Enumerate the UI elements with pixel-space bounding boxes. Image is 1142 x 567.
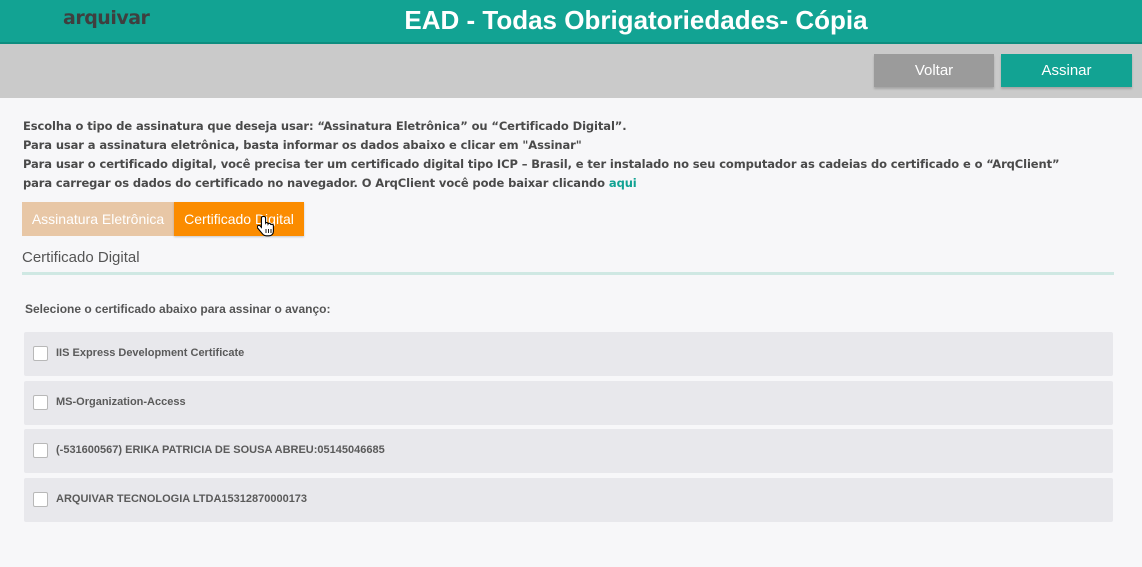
tab-digital-certificate[interactable]: Certificado Digital	[174, 202, 304, 236]
sign-button[interactable]: Assinar	[1001, 54, 1132, 87]
select-certificate-label: Selecione o certificado abaixo para assi…	[25, 302, 331, 316]
certificate-list: IIS Express Development Certificate MS-O…	[24, 332, 1113, 526]
instruction-line-4: para carregar os dados do certificado no…	[23, 174, 1123, 193]
instruction-line-2: Para usar a assinatura eletrônica, basta…	[23, 138, 582, 152]
hand-pointer-icon	[257, 215, 274, 237]
action-toolbar: Voltar Assinar	[0, 44, 1142, 98]
tab-electronic-signature[interactable]: Assinatura Eletrônica	[22, 202, 174, 236]
certificate-label: ARQUIVAR TECNOLOGIA LTDA15312870000173	[56, 492, 308, 505]
certificate-checkbox[interactable]	[33, 346, 48, 361]
certificate-checkbox[interactable]	[33, 394, 48, 410]
certificate-item[interactable]: (-531600567) ERIKA PATRICIA DE SOUSA ABR…	[24, 429, 1113, 473]
certificate-item[interactable]: ARQUIVAR TECNOLOGIA LTDA15312870000173	[24, 477, 1113, 522]
download-arqclient-link[interactable]: aqui	[609, 176, 637, 190]
section-title: Certificado Digital	[22, 249, 140, 266]
instruction-line-3: Para usar o certificado digital, você pr…	[23, 157, 1060, 171]
certificate-label: (-531600567) ERIKA PATRICIA DE SOUSA ABR…	[56, 444, 385, 456]
instruction-line-1: Escolha o tipo de assinatura que deseja …	[23, 119, 627, 133]
certificate-item[interactable]: MS-Organization-Access	[24, 380, 1113, 425]
certificate-item[interactable]: IIS Express Development Certificate	[24, 332, 1113, 376]
app-header: arquivar EAD - Todas Obrigatoriedades- C…	[0, 0, 1142, 44]
certificate-label: IIS Express Development Certificate	[56, 347, 245, 359]
certificate-label: MS-Organization-Access	[56, 395, 186, 408]
certificate-checkbox[interactable]	[33, 443, 48, 458]
instructions-text: Escolha o tipo de assinatura que deseja …	[23, 117, 1123, 193]
section-divider	[22, 272, 1114, 275]
certificate-checkbox[interactable]	[33, 491, 48, 507]
instruction-line-4-text: para carregar os dados do certificado no…	[23, 176, 605, 190]
back-button[interactable]: Voltar	[874, 54, 994, 87]
page-title: EAD - Todas Obrigatoriedades- Cópia	[404, 5, 868, 35]
